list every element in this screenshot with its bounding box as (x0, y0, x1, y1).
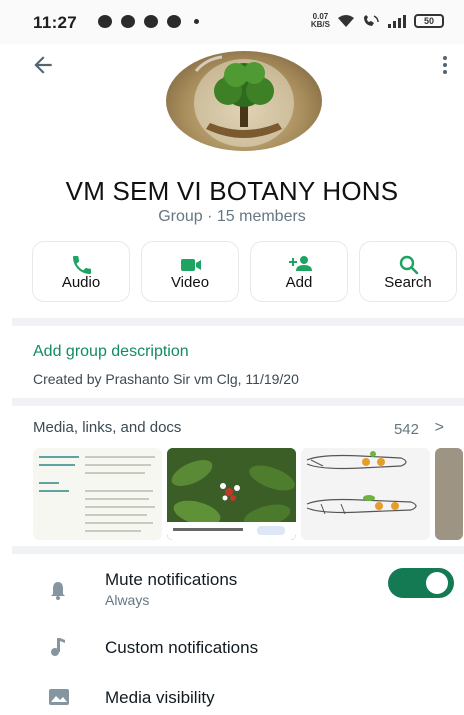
audio-label: Audio (61, 274, 101, 291)
media-thumbnail[interactable] (301, 448, 430, 540)
media-section-title[interactable]: Media, links, and docs (33, 419, 181, 436)
bell-icon (51, 582, 65, 600)
created-info: Created by Prashanto Sir vm Clg, 11/19/2… (33, 371, 299, 387)
audio-call-button[interactable]: Audio (32, 241, 130, 302)
status-bar: 11:27 0.07 KB/S 50 (0, 0, 464, 44)
media-thumbnail[interactable] (167, 448, 296, 540)
app-notification-icon (144, 15, 158, 28)
wifi-icon (338, 15, 354, 27)
add-label: Add (285, 274, 313, 291)
mute-notifications-toggle[interactable] (388, 568, 454, 598)
music-note-icon (51, 638, 65, 656)
group-avatar[interactable] (166, 51, 322, 151)
media-thumbnail[interactable] (33, 448, 162, 540)
section-divider (12, 546, 464, 554)
media-visibility-label[interactable]: Media visibility (105, 688, 215, 708)
more-vert-icon[interactable] (440, 52, 450, 78)
mute-notifications-label[interactable]: Mute notifications (105, 570, 237, 590)
add-participant-button[interactable]: Add (250, 241, 348, 302)
toggle-knob (426, 572, 448, 594)
add-group-description-link[interactable]: Add group description (33, 343, 189, 361)
status-right: 0.07 KB/S 50 (311, 13, 444, 29)
call-signal-icon (364, 15, 379, 26)
media-thumbnails (33, 448, 463, 540)
custom-notifications-label[interactable]: Custom notifications (105, 638, 258, 658)
pinwheel-notification-icon (167, 15, 181, 28)
more-notifications-dot-icon (194, 19, 199, 24)
media-count: 542 (393, 421, 419, 438)
diagram-image (306, 451, 417, 515)
status-time: 11:27 (33, 13, 78, 32)
section-divider (12, 318, 464, 326)
cell-signal-icon (388, 15, 406, 28)
media-thumbnail[interactable] (435, 448, 463, 540)
image-icon (49, 689, 69, 705)
plant-photo-image (167, 448, 296, 540)
search-label: Search (384, 274, 432, 291)
arrow-back-icon[interactable] (30, 52, 56, 78)
section-divider (12, 398, 464, 406)
group-members-count[interactable]: Group · 15 members (0, 208, 464, 226)
chat-notification-icon (98, 15, 112, 28)
group-name: VM SEM VI BOTANY HONS (65, 176, 399, 206)
notification-icons (98, 15, 199, 28)
search-button[interactable]: Search (359, 241, 457, 302)
battery-icon: 50 (414, 14, 444, 28)
mute-notifications-value: Always (105, 592, 150, 608)
net-speed: 0.07 KB/S (310, 12, 330, 29)
video-call-button[interactable]: Video (141, 241, 239, 302)
action-buttons: Audio Video Add Search (32, 241, 457, 302)
chevron-right-icon[interactable]: > (435, 419, 444, 437)
whatsapp-notification-icon (121, 15, 135, 28)
tree-in-glass-icon (194, 55, 294, 147)
video-label: Video (170, 274, 210, 291)
